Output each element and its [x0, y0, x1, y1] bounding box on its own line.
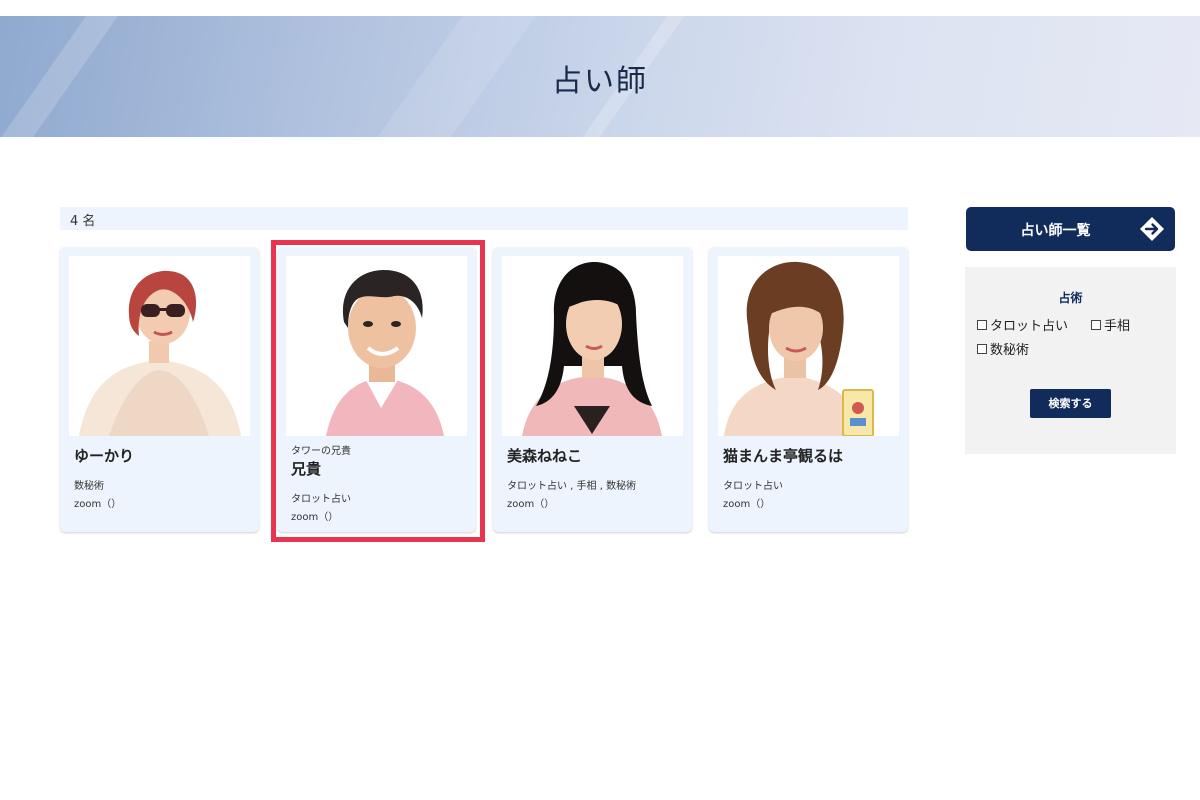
card-methods: タロット占い: [291, 494, 351, 505]
filter-option-tarot[interactable]: タロット占い: [977, 315, 1068, 334]
fortune-teller-list-button[interactable]: 占い師一覧: [966, 207, 1175, 251]
search-filter-panel: 占術 タロット占い 手相 数秘術 検索する: [965, 267, 1176, 454]
fortune-teller-card[interactable]: タワーの兄貴 兄貴 タロット占い zoom（）: [277, 247, 476, 532]
card-name[interactable]: 猫まんま亭観るは: [723, 446, 900, 466]
search-button[interactable]: 検索する: [1030, 389, 1111, 418]
fortune-teller-photo: [502, 256, 683, 436]
filter-option-numerology[interactable]: 数秘術: [977, 339, 1029, 358]
fortune-teller-card[interactable]: 猫まんま亭観るは タロット占い zoom（）: [709, 247, 908, 532]
filter-option-label: 手相: [1104, 319, 1131, 334]
results-count: 4 名: [60, 207, 908, 230]
checkbox-icon[interactable]: [1091, 319, 1101, 330]
card-zoom: zoom（）: [74, 499, 122, 510]
card-name[interactable]: 美森ねねこ: [507, 446, 684, 466]
page-banner: 占い師: [0, 16, 1200, 137]
top-strip: [0, 0, 1200, 16]
card-subtitle: タワーの兄貴: [291, 446, 351, 457]
checkbox-icon[interactable]: [977, 343, 987, 354]
arrow-right-circle-icon: [1139, 216, 1165, 242]
card-methods: タロット占い: [723, 481, 783, 492]
card-methods: 数秘術: [74, 481, 104, 492]
fortune-teller-card[interactable]: 美森ねねこ タロット占い , 手相 , 数秘術 zoom（）: [493, 247, 692, 532]
card-methods: タロット占い , 手相 , 数秘術: [507, 481, 637, 492]
card-zoom: zoom（）: [291, 512, 339, 523]
fortune-teller-photo: [718, 256, 899, 436]
fortune-teller-card[interactable]: ゆーかり 数秘術 zoom（）: [60, 247, 259, 532]
page-title: 占い師: [552, 64, 648, 99]
card-name[interactable]: 兄貴: [291, 459, 468, 479]
filter-option-label: タロット占い: [990, 319, 1069, 334]
checkbox-icon[interactable]: [977, 319, 987, 330]
filter-option-palmistry[interactable]: 手相: [1091, 315, 1130, 334]
card-zoom: zoom（）: [507, 499, 555, 510]
fortune-teller-photo: [69, 256, 250, 436]
filter-option-label: 数秘術: [990, 343, 1030, 358]
card-zoom: zoom（）: [723, 499, 771, 510]
filter-title: 占術: [1058, 291, 1083, 305]
fortune-teller-photo: [286, 256, 467, 436]
list-button-label: 占い師一覧: [1020, 223, 1091, 239]
card-name[interactable]: ゆーかり: [74, 446, 251, 466]
